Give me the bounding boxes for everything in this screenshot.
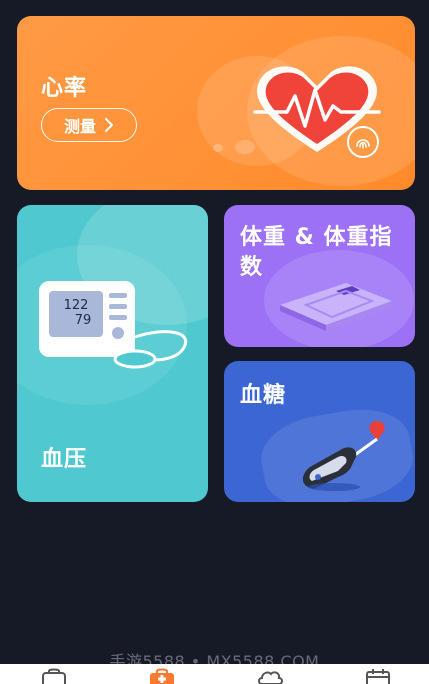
measure-button-label: 测量 xyxy=(63,117,96,136)
blood-glucose-title: 血糖 xyxy=(240,383,287,408)
bp-display-top: 122 xyxy=(64,298,89,313)
decorative-dot xyxy=(213,144,223,152)
blood-pressure-title: 血压 xyxy=(41,447,88,472)
heart-pulse-icon xyxy=(253,66,381,158)
weight-scale-icon xyxy=(280,283,392,331)
blood-pressure-card[interactable]: 122 79 血压 xyxy=(17,205,208,502)
blood-pressure-monitor-icon: 122 79 xyxy=(39,281,187,369)
heart-rate-title: 心率 xyxy=(41,76,88,101)
blood-glucose-card[interactable]: 血糖 xyxy=(224,361,415,502)
bag-icon[interactable] xyxy=(40,668,68,684)
calendar-icon[interactable] xyxy=(364,668,392,684)
chevron-right-icon xyxy=(105,118,113,132)
cloud-icon[interactable] xyxy=(256,668,284,684)
heart-rate-card[interactable]: 心率 测量 xyxy=(17,16,415,190)
measure-button[interactable]: 测量 xyxy=(41,108,137,142)
weight-bmi-title: 体重 & 体重指数 xyxy=(240,225,393,280)
glucose-meter-icon xyxy=(302,421,385,491)
medical-kit-icon[interactable] xyxy=(148,668,176,684)
bp-display-bottom: 79 xyxy=(75,313,92,328)
weight-bmi-card[interactable]: 体重 & 体重指数 xyxy=(224,205,415,347)
bottom-nav xyxy=(0,664,429,684)
